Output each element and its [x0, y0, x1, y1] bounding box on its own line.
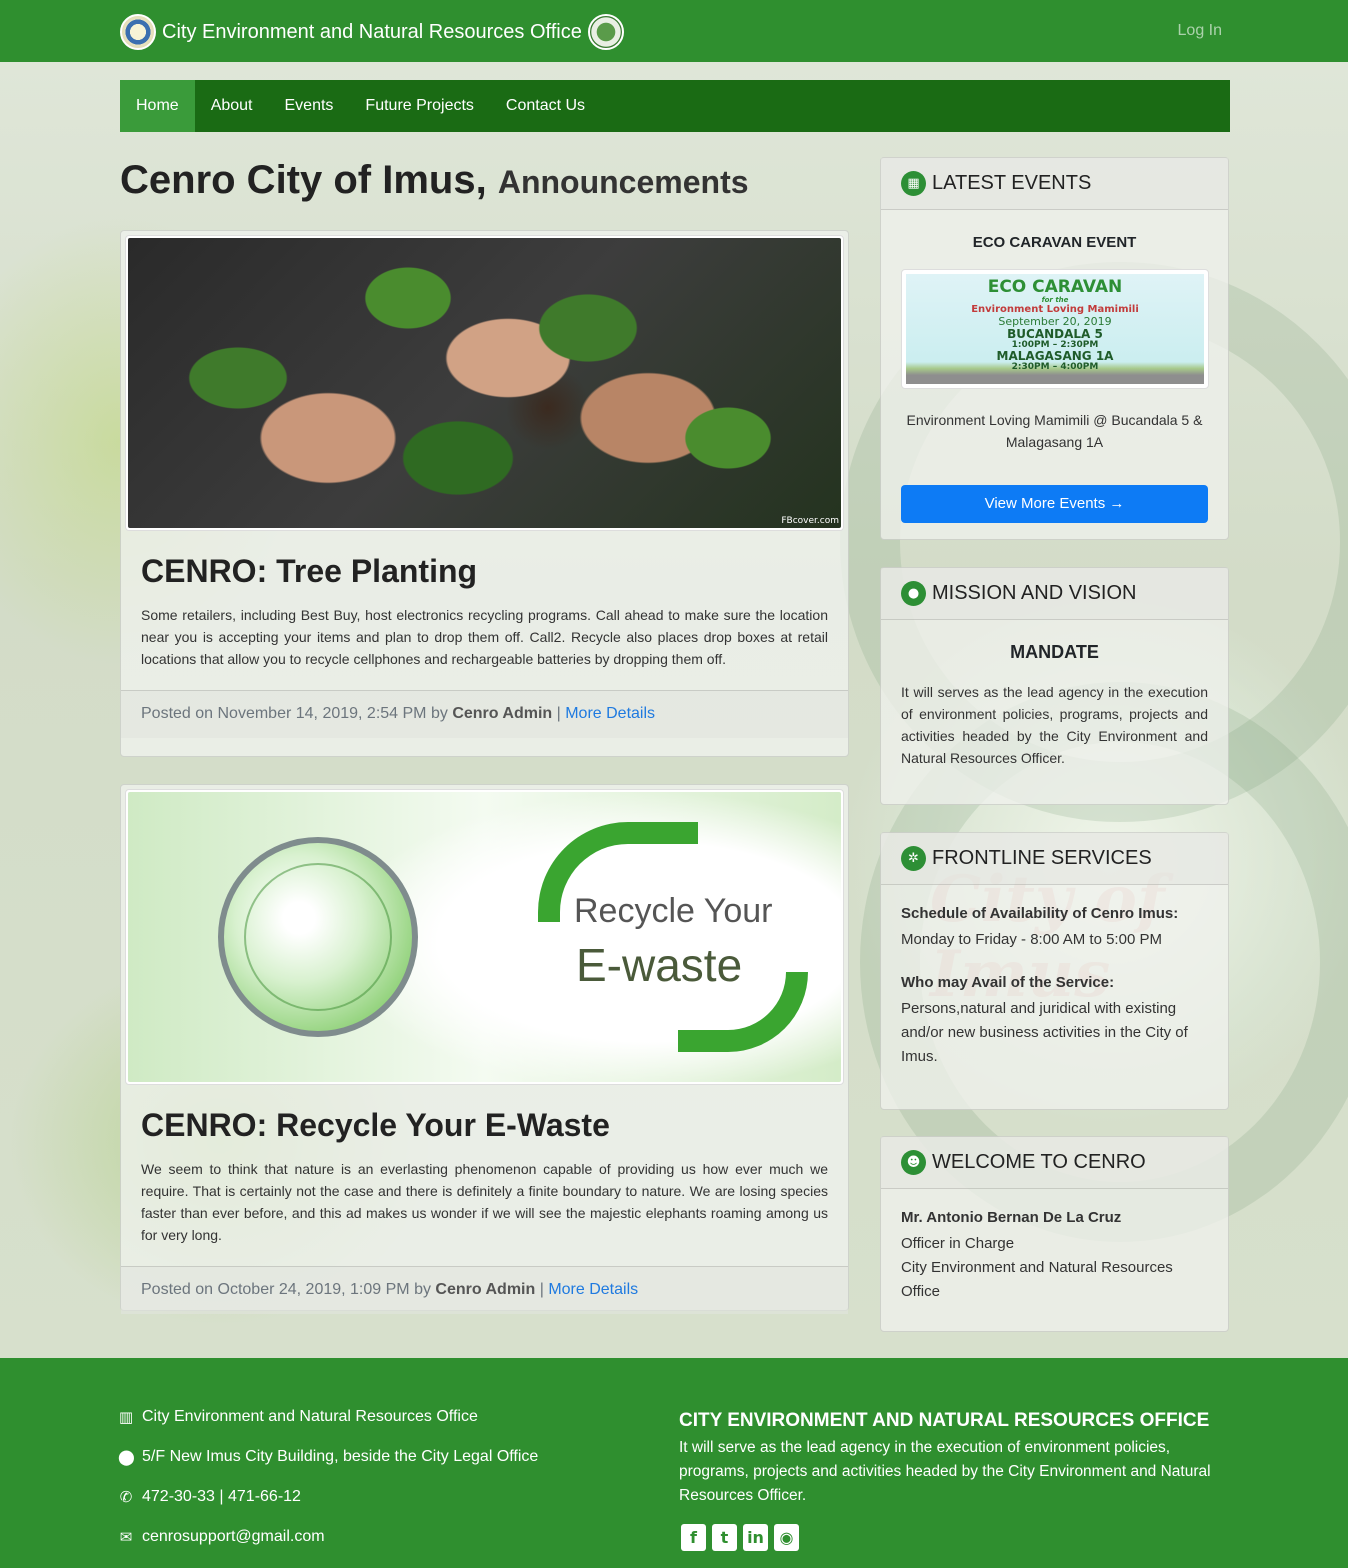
brand[interactable]: City Environment and Natural Resources O… — [120, 14, 624, 50]
user-icon: ☻ — [901, 1150, 926, 1175]
top-bar: City Environment and Natural Resources O… — [0, 0, 1348, 62]
page-title: Cenro City of Imus, Announcements — [120, 158, 749, 203]
footer-text: It will serve as the lead agency in the … — [679, 1439, 1211, 1504]
eligibility-text: Persons,natural and juridical with exist… — [901, 1000, 1188, 1065]
card-title: MISSION AND VISION — [932, 582, 1137, 604]
mandate-heading: MANDATE — [1010, 642, 1099, 662]
view-more-events-button[interactable]: View More Events → — [901, 485, 1208, 523]
footer-phone: ✆ 472-30-33 | 471-66-12 — [118, 1488, 301, 1506]
mandate-text: It will serves as the lead agency in the… — [901, 684, 1208, 766]
card-header: ● MISSION AND VISION — [881, 568, 1228, 620]
main-nav: Home About Events Future Projects Contac… — [120, 80, 1230, 132]
image-caption-1: Recycle Your — [574, 892, 773, 930]
calendar-icon: ▦ — [901, 171, 926, 196]
footer-email-text[interactable]: cenrosupport@gmail.com — [142, 1528, 325, 1546]
page-subtitle: Announcements — [497, 164, 749, 200]
officer-name: Mr. Antonio Bernan De La Cruz — [901, 1209, 1122, 1226]
officer-office: City Environment and Natural Resources O… — [901, 1259, 1173, 1300]
post-card: Recycle Your E-waste CENRO: Recycle Your… — [120, 784, 849, 1314]
post-card: FBcover.com CENRO: Tree Planting Some re… — [120, 230, 849, 757]
image-watermark: FBcover.com — [781, 516, 839, 526]
facebook-icon[interactable]: f — [681, 1524, 706, 1551]
login-link[interactable]: Log In — [1178, 22, 1222, 40]
linkedin-icon[interactable]: in — [743, 1524, 768, 1551]
poster-line: ECO CARAVAN — [987, 277, 1123, 297]
footer-office-text: City Environment and Natural Resources O… — [142, 1408, 478, 1425]
schedule-label: Schedule of Availability of Cenro Imus: — [901, 905, 1179, 922]
poster-line: MALAGASANG 1A — [996, 349, 1114, 363]
post-meta: Posted on November 14, 2019, 2:54 PM by — [141, 705, 448, 722]
social-links: f t in ◉ — [681, 1524, 799, 1551]
twitter-icon[interactable]: t — [712, 1524, 737, 1551]
mission-vision-card: ● MISSION AND VISION MANDATE It will ser… — [880, 567, 1229, 805]
eligibility-label: Who may Avail of the Service: — [901, 974, 1115, 991]
image-caption-2: E-waste — [576, 939, 743, 991]
post-footer: Posted on November 14, 2019, 2:54 PM by … — [121, 690, 848, 738]
poster-line: 2:30PM – 4:00PM — [1011, 362, 1099, 372]
event-poster[interactable]: ECO CARAVAN for the Environment Loving M… — [901, 269, 1209, 389]
post-image-frame: FBcover.com — [125, 235, 844, 531]
map-pin-icon[interactable]: ◉ — [774, 1524, 799, 1551]
post-body: We seem to think that nature is an everl… — [141, 1161, 828, 1243]
footer-office: ▥ City Environment and Natural Resources… — [118, 1408, 478, 1426]
footer: ▥ City Environment and Natural Resources… — [0, 1358, 1348, 1568]
poster-line: for the — [1041, 296, 1069, 304]
nav-contact-us[interactable]: Contact Us — [490, 80, 601, 132]
footer-address: ⬤ 5/F New Imus City Building, beside the… — [118, 1448, 538, 1466]
post-author: Cenro Admin — [435, 1281, 536, 1298]
event-description: Environment Loving Mamimili @ Bucandala … — [906, 412, 1203, 450]
latest-events-card: ▦ LATEST EVENTS ECO CARAVAN EVENT ECO CA… — [880, 157, 1229, 540]
nav-events[interactable]: Events — [269, 80, 350, 132]
post-image-frame: Recycle Your E-waste — [125, 789, 844, 1085]
card-header: ✲ FRONTLINE SERVICES — [881, 833, 1228, 885]
post-body: Some retailers, including Best Buy, host… — [141, 607, 828, 667]
site-title: City Environment and Natural Resources O… — [162, 20, 582, 43]
post-meta: Posted on October 24, 2019, 1:09 PM by — [141, 1281, 431, 1298]
frontline-services-card: ✲ FRONTLINE SERVICES Schedule of Availab… — [880, 832, 1229, 1110]
officer-role: Officer in Charge — [901, 1235, 1015, 1252]
tree-planting-image: FBcover.com — [128, 238, 841, 528]
footer-address-text: 5/F New Imus City Building, beside the C… — [142, 1448, 539, 1465]
envelope-icon: ✉ — [119, 1528, 133, 1546]
nav-home[interactable]: Home — [120, 80, 195, 132]
nav-future-projects[interactable]: Future Projects — [349, 80, 489, 132]
card-title: LATEST EVENTS — [932, 172, 1092, 194]
more-details-link[interactable]: More Details — [565, 705, 655, 722]
post-footer: Posted on October 24, 2019, 1:09 PM by C… — [121, 1266, 848, 1314]
globe-graphic — [218, 837, 418, 1037]
cenro-logo — [587, 14, 624, 50]
welcome-card: ☻ WELCOME TO CENRO Mr. Antonio Bernan De… — [880, 1136, 1229, 1332]
card-header: ▦ LATEST EVENTS — [881, 158, 1228, 210]
event-name: ECO CARAVAN EVENT — [972, 234, 1137, 251]
city-seal-logo — [120, 14, 156, 50]
poster-line: Environment Loving Mamimili — [971, 304, 1139, 315]
more-details-link[interactable]: More Details — [548, 1281, 638, 1298]
card-header: ☻ WELCOME TO CENRO — [881, 1137, 1228, 1189]
footer-phone-text: 472-30-33 | 471-66-12 — [142, 1488, 301, 1505]
ewaste-image: Recycle Your E-waste — [128, 792, 841, 1082]
post-title[interactable]: CENRO: Recycle Your E-Waste — [141, 1107, 828, 1144]
building-icon: ▥ — [118, 1408, 134, 1426]
gears-icon: ✲ — [901, 846, 926, 871]
card-title: FRONTLINE SERVICES — [932, 847, 1152, 869]
poster-line: BUCANDALA 5 — [1007, 327, 1103, 341]
post-title[interactable]: CENRO: Tree Planting — [141, 553, 828, 590]
post-author: Cenro Admin — [452, 705, 553, 722]
phone-icon: ✆ — [119, 1488, 133, 1506]
schedule-text: Monday to Friday - 8:00 AM to 5:00 PM — [901, 931, 1162, 948]
lightbulb-icon: ● — [901, 581, 926, 606]
card-title: WELCOME TO CENRO — [932, 1151, 1146, 1173]
map-marker-icon: ⬤ — [118, 1448, 135, 1466]
footer-email: ✉ cenrosupport@gmail.com — [118, 1528, 325, 1546]
page-title-main: Cenro City of Imus, — [120, 158, 487, 202]
footer-title: CITY ENVIRONMENT AND NATURAL RESOURCES O… — [679, 1410, 1210, 1431]
nav-about[interactable]: About — [195, 80, 269, 132]
